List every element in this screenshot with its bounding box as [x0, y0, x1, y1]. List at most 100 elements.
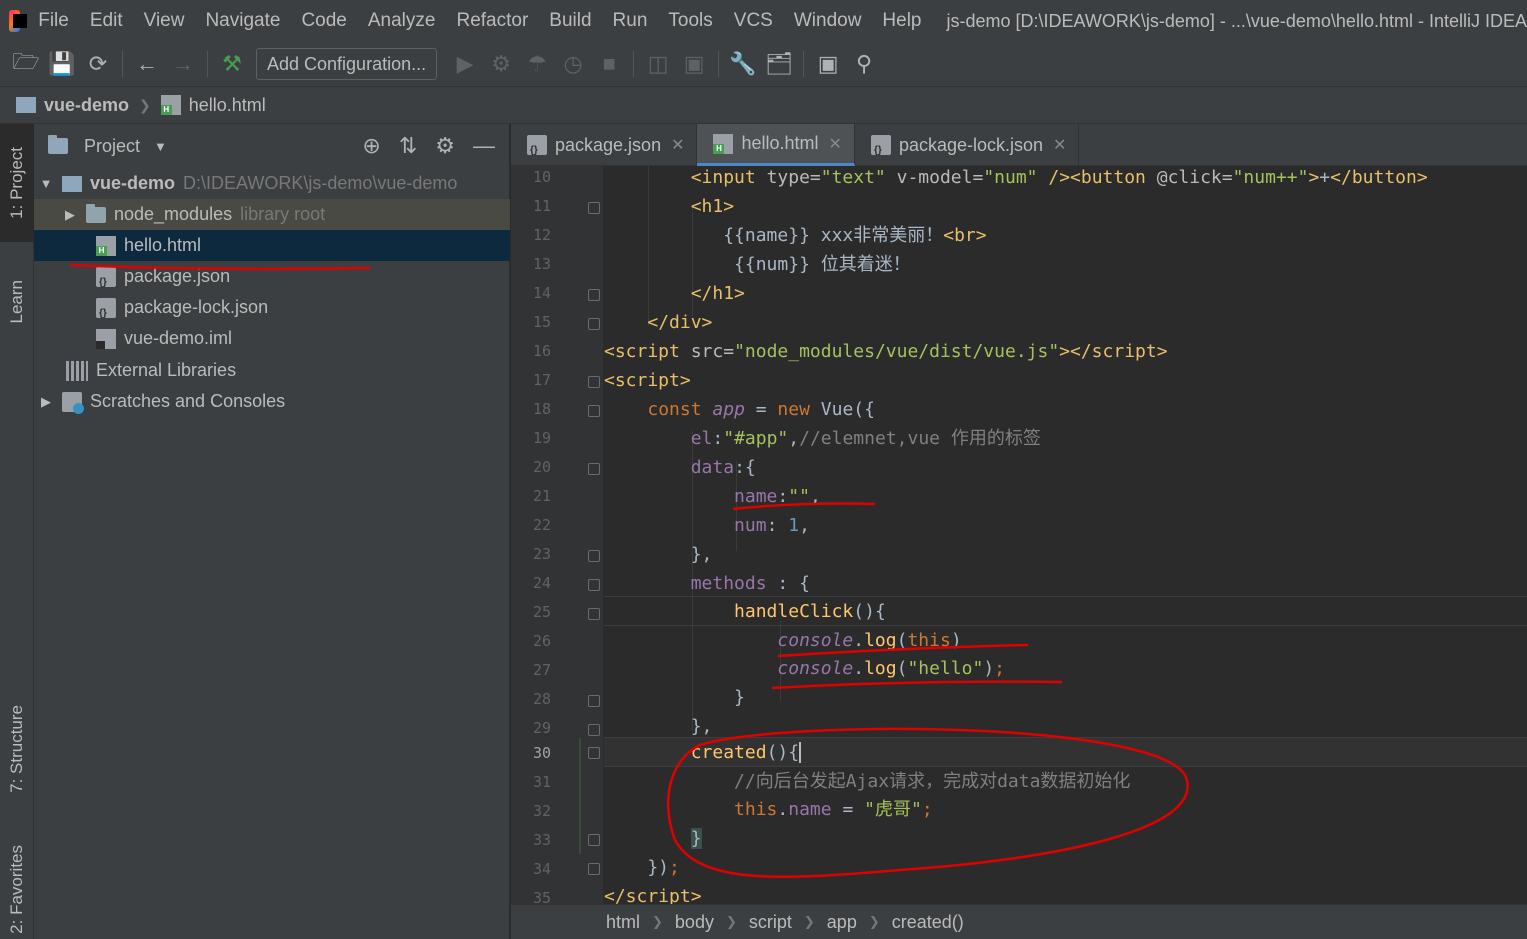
breadcrumb-created[interactable]: created() [892, 912, 964, 933]
open-folder-icon[interactable]: 🗁 [8, 46, 44, 82]
modules-icon[interactable]: ▣ [676, 46, 712, 82]
tree-item-node-modules[interactable]: ▶ node_modules library root [34, 199, 510, 230]
code-line-16: <script src="node_modules/vue/dist/vue.j… [604, 341, 1168, 362]
code-line-20: data:{ [690, 457, 756, 478]
menu-view[interactable]: View [144, 10, 185, 32]
collapsed-arrow-icon[interactable]: ▶ [38, 394, 54, 410]
fold-marker-icon[interactable] [588, 550, 600, 562]
line-number: 22 [532, 516, 551, 534]
terminal-icon[interactable]: ▣ [810, 46, 846, 82]
code-editor[interactable]: 10 11 12 13 14 15 16 17 18 19 20 21 22 2… [511, 166, 1527, 904]
project-structure-icon[interactable]: 🗂 [761, 46, 797, 82]
run-icon[interactable]: ▶ [447, 46, 483, 82]
breadcrumb-file[interactable]: hello.html [160, 95, 266, 116]
search-icon[interactable]: ⚲ [846, 46, 882, 82]
menu-vcs[interactable]: VCS [734, 10, 773, 32]
close-icon[interactable]: ✕ [1053, 135, 1066, 155]
menu-file[interactable]: File [38, 10, 69, 32]
add-configuration-button[interactable]: Add Configuration... [256, 48, 438, 80]
debug-icon[interactable]: ⚙ [483, 46, 519, 82]
line-number: 32 [532, 802, 551, 820]
line-number: 23 [532, 545, 551, 563]
gear-icon[interactable]: ⚙ [435, 133, 455, 159]
fold-marker-icon[interactable] [588, 202, 600, 214]
favorites-tool-tab[interactable]: 2: Favorites [0, 839, 34, 939]
project-panel: Project ▼ ⊕ ⇅ ⚙ — ▼ vue-demo D:\IDEAWORK… [34, 124, 510, 939]
tree-item-label: package.json [124, 266, 231, 286]
tab-package-lock-json[interactable]: package-lock.json ✕ [855, 124, 1080, 166]
project-tool-tab[interactable]: 1: Project [0, 124, 34, 242]
menu-tools[interactable]: Tools [668, 10, 712, 32]
fold-marker-icon[interactable] [588, 318, 600, 330]
code-line-11: <h1> [690, 196, 735, 217]
fold-marker-icon[interactable] [588, 579, 600, 591]
breadcrumb-app[interactable]: app [827, 912, 857, 933]
project-panel-header: Project ▼ ⊕ ⇅ ⚙ — [34, 124, 509, 168]
line-number: 28 [532, 690, 551, 708]
save-icon[interactable]: 💾 [44, 46, 80, 82]
stop-icon[interactable]: ■ [591, 46, 627, 82]
menu-run[interactable]: Run [613, 10, 648, 32]
fold-marker-icon[interactable] [588, 724, 600, 736]
fold-marker-icon[interactable] [588, 405, 600, 417]
fold-marker-icon[interactable] [588, 863, 600, 875]
breadcrumb-project[interactable]: vue-demo [16, 95, 129, 116]
code-line-24: methods : { [690, 573, 810, 594]
close-icon[interactable]: ✕ [829, 134, 842, 154]
breadcrumb-separator: ❯ [652, 914, 663, 929]
tree-item-external-libraries[interactable]: External Libraries [34, 355, 510, 386]
fold-marker-icon[interactable] [588, 695, 600, 707]
tree-item-hello-html[interactable]: hello.html [34, 230, 510, 261]
left-tool-strip: 1: Project Learn 7: Structure 2: Favorit… [0, 124, 34, 939]
menu-window[interactable]: Window [794, 10, 862, 32]
menu-build[interactable]: Build [549, 10, 591, 32]
breadcrumb-html[interactable]: html [606, 912, 640, 933]
profile-icon[interactable]: ◷ [555, 46, 591, 82]
close-icon[interactable]: ✕ [671, 135, 684, 155]
back-arrow-icon[interactable]: ← [129, 46, 165, 82]
chevron-down-icon[interactable]: ▼ [154, 139, 167, 154]
menu-navigate[interactable]: Navigate [205, 10, 280, 32]
fold-marker-icon[interactable] [588, 834, 600, 846]
locate-target-icon[interactable]: ⊕ [362, 133, 380, 159]
collapse-all-icon[interactable]: ⇅ [399, 133, 417, 159]
editor-breadcrumb: html ❯ body ❯ script ❯ app ❯ created() [511, 904, 1527, 939]
menu-edit[interactable]: Edit [90, 10, 123, 32]
editor-tabs: package.json ✕ hello.html ✕ package-lock… [511, 124, 1527, 166]
tree-item-package-lock-json[interactable]: package-lock.json [34, 292, 510, 323]
breadcrumb-script[interactable]: script [749, 912, 792, 933]
fold-marker-icon[interactable] [588, 376, 600, 388]
collapsed-arrow-icon[interactable]: ▶ [62, 207, 78, 223]
coverage-icon[interactable]: ☂ [519, 46, 555, 82]
project-panel-title[interactable]: Project [84, 136, 140, 157]
line-number: 33 [532, 831, 551, 849]
tab-hello-html[interactable]: hello.html ✕ [697, 124, 855, 166]
project-view-icon [48, 135, 68, 154]
tab-package-json[interactable]: package.json ✕ [511, 124, 698, 166]
build-hammer-icon[interactable]: ⚒ [214, 46, 250, 82]
tree-item-package-json[interactable]: package.json [34, 261, 510, 292]
structure-tool-tab[interactable]: 7: Structure [0, 684, 34, 814]
fold-marker-icon[interactable] [588, 289, 600, 301]
fold-marker-icon[interactable] [588, 463, 600, 475]
menu-analyze[interactable]: Analyze [368, 10, 436, 32]
tree-item-label: External Libraries [96, 360, 237, 380]
expand-arrow-icon[interactable]: ▼ [38, 176, 54, 191]
learn-tool-tab[interactable]: Learn [0, 262, 34, 342]
attach-debugger-icon[interactable]: ◫ [640, 46, 676, 82]
breadcrumb-body[interactable]: body [675, 912, 714, 933]
json-file-icon [870, 135, 891, 156]
menu-code[interactable]: Code [301, 10, 346, 32]
fold-marker-icon[interactable] [588, 747, 600, 759]
wrench-settings-icon[interactable]: 🔧 [725, 46, 761, 82]
minimize-icon[interactable]: — [473, 133, 495, 159]
tree-item-vue-demo-iml[interactable]: vue-demo.iml [34, 323, 510, 354]
menu-help[interactable]: Help [882, 10, 921, 32]
menu-refactor[interactable]: Refactor [456, 10, 528, 32]
tree-item-scratches[interactable]: ▶ Scratches and Consoles [34, 386, 510, 417]
fold-marker-icon[interactable] [588, 608, 600, 620]
tree-root-vue-demo[interactable]: ▼ vue-demo D:\IDEAWORK\js-demo\vue-demo [34, 168, 510, 199]
forward-arrow-icon[interactable]: → [165, 46, 201, 82]
sync-icon[interactable]: ⟳ [80, 46, 116, 82]
line-number: 21 [532, 487, 551, 505]
